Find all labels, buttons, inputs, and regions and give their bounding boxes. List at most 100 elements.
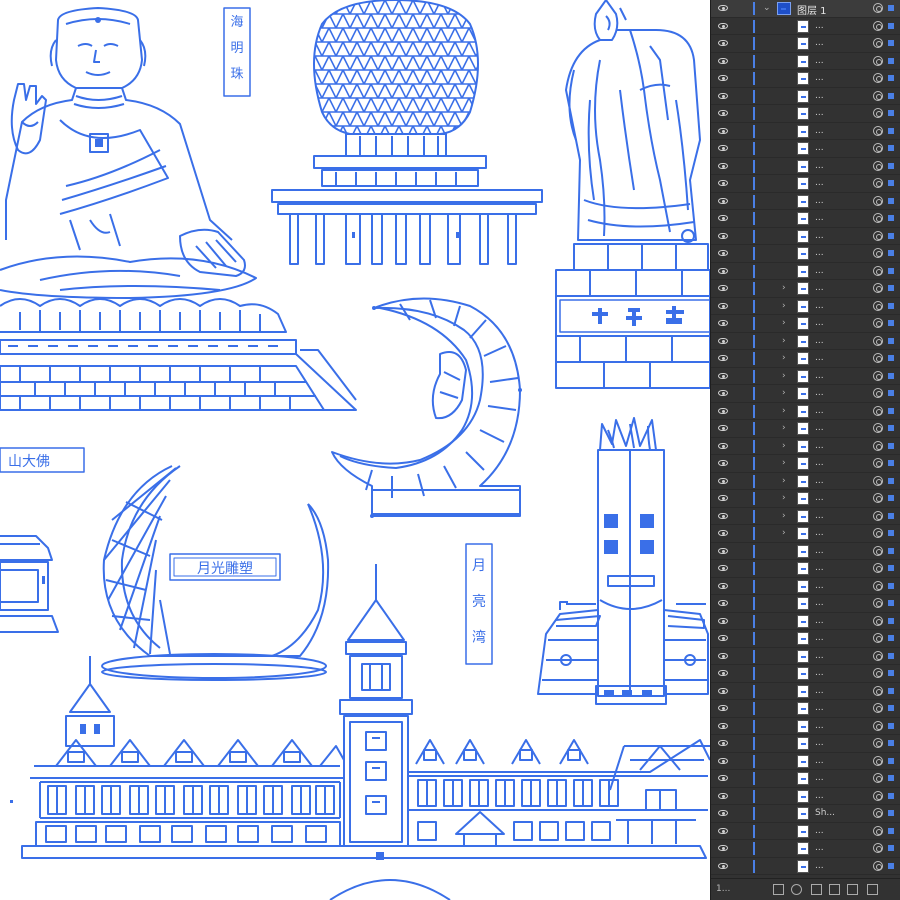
visibility-eye-icon[interactable] <box>718 92 728 99</box>
target-circle-icon[interactable] <box>873 598 883 608</box>
chevron-right-icon[interactable]: › <box>782 423 786 433</box>
chevron-right-icon[interactable]: › <box>782 476 786 486</box>
visibility-eye-icon[interactable] <box>718 215 728 221</box>
layer-row[interactable]: ... <box>711 648 900 665</box>
layer-row[interactable]: ... <box>711 840 900 858</box>
selection-square[interactable] <box>888 617 894 624</box>
visibility-eye-icon[interactable] <box>718 57 728 64</box>
layer-row[interactable]: ... <box>711 105 900 123</box>
selection-square[interactable] <box>888 810 894 816</box>
layer-row[interactable]: ... <box>711 18 900 35</box>
chevron-right-icon[interactable]: › <box>782 318 786 328</box>
visibility-eye-icon[interactable] <box>718 372 728 379</box>
selection-square[interactable] <box>888 197 894 204</box>
selection-square[interactable] <box>888 687 894 694</box>
selection-square[interactable] <box>888 740 894 746</box>
target-circle-icon[interactable] <box>873 3 883 13</box>
selection-square[interactable] <box>888 22 894 29</box>
new-sublayer-icon[interactable] <box>829 884 840 895</box>
selection-square[interactable] <box>888 775 894 781</box>
search-icon[interactable] <box>791 884 802 895</box>
selection-square[interactable] <box>888 582 894 589</box>
target-circle-icon[interactable] <box>873 335 883 346</box>
chevron-right-icon[interactable]: › <box>782 388 786 398</box>
target-circle-icon[interactable] <box>873 633 883 643</box>
target-circle-icon[interactable] <box>873 90 883 101</box>
delete-layer-icon[interactable] <box>867 884 878 895</box>
layer-row[interactable]: ›... <box>711 368 900 385</box>
artboard-canvas[interactable]: 海 明 珠 山大佛 月光雕塑 月 亮 湾 <box>0 0 710 900</box>
selection-square[interactable] <box>888 862 894 869</box>
selection-square[interactable] <box>888 477 894 484</box>
visibility-eye-icon[interactable] <box>718 197 728 204</box>
visibility-eye-icon[interactable] <box>718 705 728 711</box>
visibility-eye-icon[interactable] <box>718 267 728 274</box>
selection-square[interactable] <box>888 215 894 221</box>
selection-square[interactable] <box>888 827 894 834</box>
target-circle-icon[interactable] <box>873 353 883 363</box>
target-circle-icon[interactable] <box>873 738 883 748</box>
layer-row[interactable]: ›... <box>711 403 900 420</box>
target-circle-icon[interactable] <box>873 38 883 48</box>
selection-square[interactable] <box>888 232 894 239</box>
visibility-eye-icon[interactable] <box>718 652 728 659</box>
layer-row[interactable]: Sh... <box>711 805 900 823</box>
target-circle-icon[interactable] <box>873 808 883 818</box>
target-circle-icon[interactable] <box>873 528 883 538</box>
visibility-eye-icon[interactable] <box>718 407 728 414</box>
target-circle-icon[interactable] <box>873 703 883 713</box>
layer-row[interactable]: ... <box>711 718 900 735</box>
target-circle-icon[interactable] <box>873 300 883 311</box>
layer-row[interactable]: ›... <box>711 455 900 473</box>
target-circle-icon[interactable] <box>873 178 883 188</box>
selection-square[interactable] <box>888 5 894 11</box>
target-circle-icon[interactable] <box>873 55 883 66</box>
visibility-eye-icon[interactable] <box>718 600 728 606</box>
layer-row[interactable]: ... <box>711 613 900 630</box>
selection-square[interactable] <box>888 267 894 274</box>
selection-square[interactable] <box>888 670 894 676</box>
layer-row[interactable]: ... <box>711 700 900 718</box>
target-circle-icon[interactable] <box>873 493 883 503</box>
layer-row[interactable]: ... <box>711 630 900 648</box>
visibility-eye-icon[interactable] <box>718 530 728 536</box>
target-circle-icon[interactable] <box>873 650 883 661</box>
selection-square[interactable] <box>888 495 894 501</box>
layer-row[interactable]: ... <box>711 665 900 683</box>
visibility-eye-icon[interactable] <box>718 40 728 46</box>
layer-row[interactable]: ›... <box>711 298 900 315</box>
visibility-eye-icon[interactable] <box>718 5 728 11</box>
visibility-eye-icon[interactable] <box>718 582 728 589</box>
layer-row[interactable]: ... <box>711 858 900 875</box>
chevron-down-icon[interactable]: ⌄ <box>763 3 771 13</box>
selection-square[interactable] <box>888 442 894 449</box>
layer-row[interactable]: ›... <box>711 490 900 508</box>
target-circle-icon[interactable] <box>873 615 883 626</box>
visibility-eye-icon[interactable] <box>718 145 728 151</box>
target-circle-icon[interactable] <box>873 458 883 468</box>
layer-row[interactable]: ... <box>711 193 900 210</box>
chevron-right-icon[interactable]: › <box>782 283 786 293</box>
visibility-eye-icon[interactable] <box>718 127 728 134</box>
layer-row[interactable]: ... <box>711 263 900 280</box>
selection-square[interactable] <box>888 57 894 64</box>
selection-square[interactable] <box>888 145 894 151</box>
target-circle-icon[interactable] <box>873 73 883 83</box>
selection-square[interactable] <box>888 425 894 431</box>
target-circle-icon[interactable] <box>873 790 883 801</box>
selection-square[interactable] <box>888 302 894 309</box>
visibility-eye-icon[interactable] <box>718 740 728 746</box>
visibility-eye-icon[interactable] <box>718 425 728 431</box>
layer-row[interactable]: ›... <box>711 525 900 543</box>
layer-row[interactable]: ... <box>711 683 900 700</box>
chevron-right-icon[interactable]: › <box>782 511 786 521</box>
target-circle-icon[interactable] <box>873 843 883 853</box>
layer-row[interactable]: ... <box>711 823 900 840</box>
visibility-eye-icon[interactable] <box>718 617 728 624</box>
visibility-eye-icon[interactable] <box>718 845 728 851</box>
target-circle-icon[interactable] <box>873 125 883 136</box>
layer-row[interactable]: ... <box>711 770 900 788</box>
layer-row[interactable]: ... <box>711 228 900 245</box>
target-circle-icon[interactable] <box>873 510 883 521</box>
target-circle-icon[interactable] <box>873 405 883 416</box>
